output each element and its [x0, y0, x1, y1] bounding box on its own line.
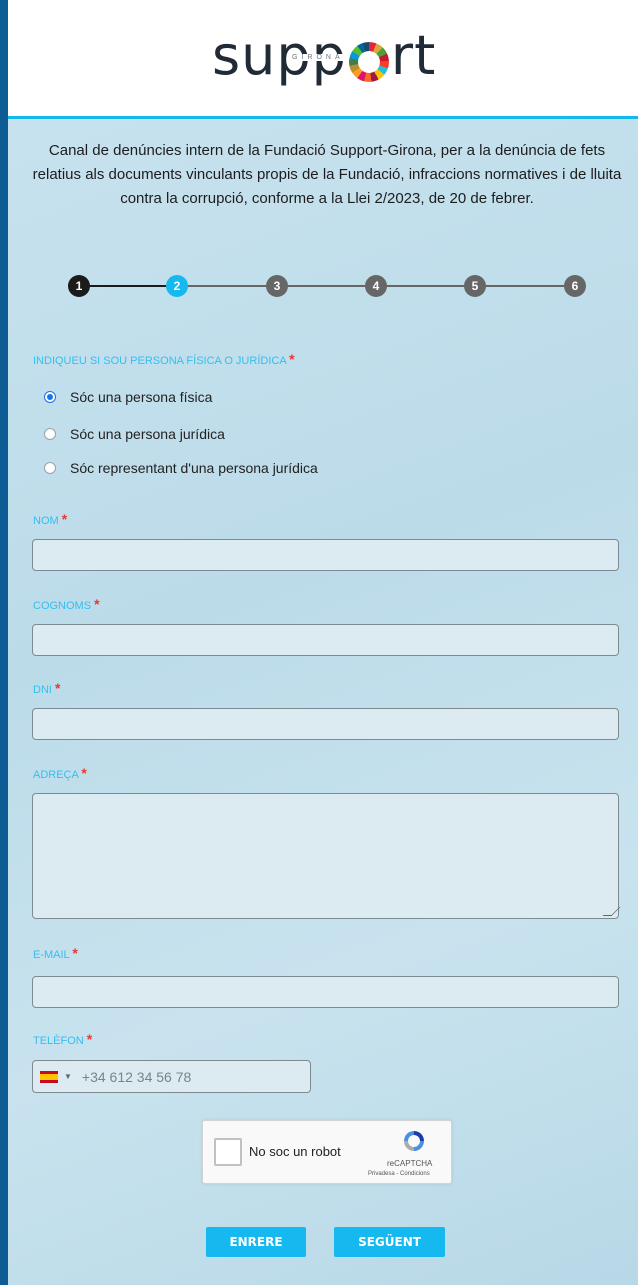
step-5[interactable]: 5	[464, 275, 486, 297]
required-mark: *	[94, 596, 100, 612]
step-3[interactable]: 3	[266, 275, 288, 297]
phone-input[interactable]: ▼ +34 612 34 56 78	[32, 1060, 311, 1093]
page-frame: supp rt GIRONA Canal de denúncies intern…	[0, 0, 638, 1285]
person-type-label: INDIQUEU SI SOU PERSONA FÍSICA O JURÍDIC…	[33, 351, 295, 367]
telefon-label: TELÈFON *	[33, 1031, 92, 1047]
required-mark: *	[61, 511, 68, 527]
support-girona-logo[interactable]: supp rt GIRONA	[212, 24, 436, 88]
phone-placeholder: +34 612 34 56 78	[81, 1068, 192, 1085]
email-label-text: E-MAIL	[33, 949, 70, 961]
adreca-label-text: ADREÇA	[33, 769, 79, 781]
step-6[interactable]: 6	[564, 275, 586, 297]
stepper: 1 2 3 4 5 6	[68, 275, 588, 297]
nom-label-text: NOM	[33, 515, 59, 527]
telefon-label-text: TELÈFON	[33, 1035, 84, 1047]
next-button[interactable]: SEGÜENT	[334, 1227, 445, 1257]
adreca-label: ADREÇA *	[33, 765, 87, 781]
cognoms-input[interactable]	[32, 624, 619, 656]
required-mark: *	[289, 351, 295, 367]
recaptcha-logo-icon	[404, 1131, 424, 1151]
adreca-textarea[interactable]	[32, 793, 621, 919]
cognoms-label: COGNOMS *	[33, 596, 100, 612]
required-mark: *	[72, 945, 78, 961]
recaptcha-widget: No soc un robot reCAPTCHA Privadesa - Co…	[202, 1120, 452, 1184]
chevron-down-icon[interactable]: ▼	[64, 1072, 72, 1081]
logo-subtext: GIRONA	[290, 54, 346, 61]
email-input[interactable]	[32, 976, 619, 1008]
step-1[interactable]: 1	[68, 275, 90, 297]
cognoms-label-text: COGNOMS	[33, 600, 92, 612]
radio-button[interactable]	[44, 462, 56, 474]
resize-handle-icon[interactable]	[602, 907, 621, 916]
recaptcha-brand: reCAPTCHA	[387, 1159, 433, 1168]
logo-text-right: rt	[390, 24, 437, 87]
recaptcha-label: No soc un robot	[249, 1144, 341, 1159]
radio-button[interactable]	[44, 428, 56, 440]
required-mark: *	[81, 765, 87, 781]
recaptcha-checkbox[interactable]	[214, 1138, 242, 1166]
form-panel: Canal de denúncies intern de la Fundació…	[8, 119, 638, 1285]
header: supp rt GIRONA	[8, 0, 638, 119]
radio-label: Sóc una persona física	[70, 389, 213, 405]
radio-button-checked[interactable]	[44, 391, 56, 403]
email-label: E-MAIL *	[33, 945, 78, 961]
radio-persona-juridica[interactable]: Sóc una persona jurídica	[44, 426, 225, 442]
required-mark: *	[55, 680, 61, 696]
radio-label: Sóc una persona jurídica	[70, 426, 225, 442]
recaptcha-links[interactable]: Privadesa - Condicions	[368, 1171, 430, 1177]
required-mark: *	[86, 1031, 93, 1047]
nom-label: NOM *	[33, 511, 67, 527]
back-button[interactable]: ENRERE	[206, 1227, 306, 1257]
intro-text: Canal de denúncies intern de la Fundació…	[32, 142, 622, 207]
dni-input[interactable]	[32, 708, 619, 740]
step-4[interactable]: 4	[365, 275, 387, 297]
radio-label: Sóc representant d'una persona jurídica	[70, 460, 318, 476]
person-type-label-text: INDIQUEU SI SOU PERSONA FÍSICA O JURÍDIC…	[33, 355, 287, 367]
nom-input[interactable]	[32, 539, 619, 571]
radio-representant[interactable]: Sóc representant d'una persona jurídica	[44, 460, 318, 476]
spain-flag-icon[interactable]	[40, 1070, 58, 1083]
dni-label: DNI *	[33, 680, 60, 696]
dni-label-text: DNI	[33, 684, 52, 696]
step-line-done	[79, 285, 177, 287]
step-2[interactable]: 2	[166, 275, 188, 297]
radio-persona-fisica[interactable]: Sóc una persona física	[44, 389, 212, 405]
sdg-ring-icon	[348, 42, 389, 82]
